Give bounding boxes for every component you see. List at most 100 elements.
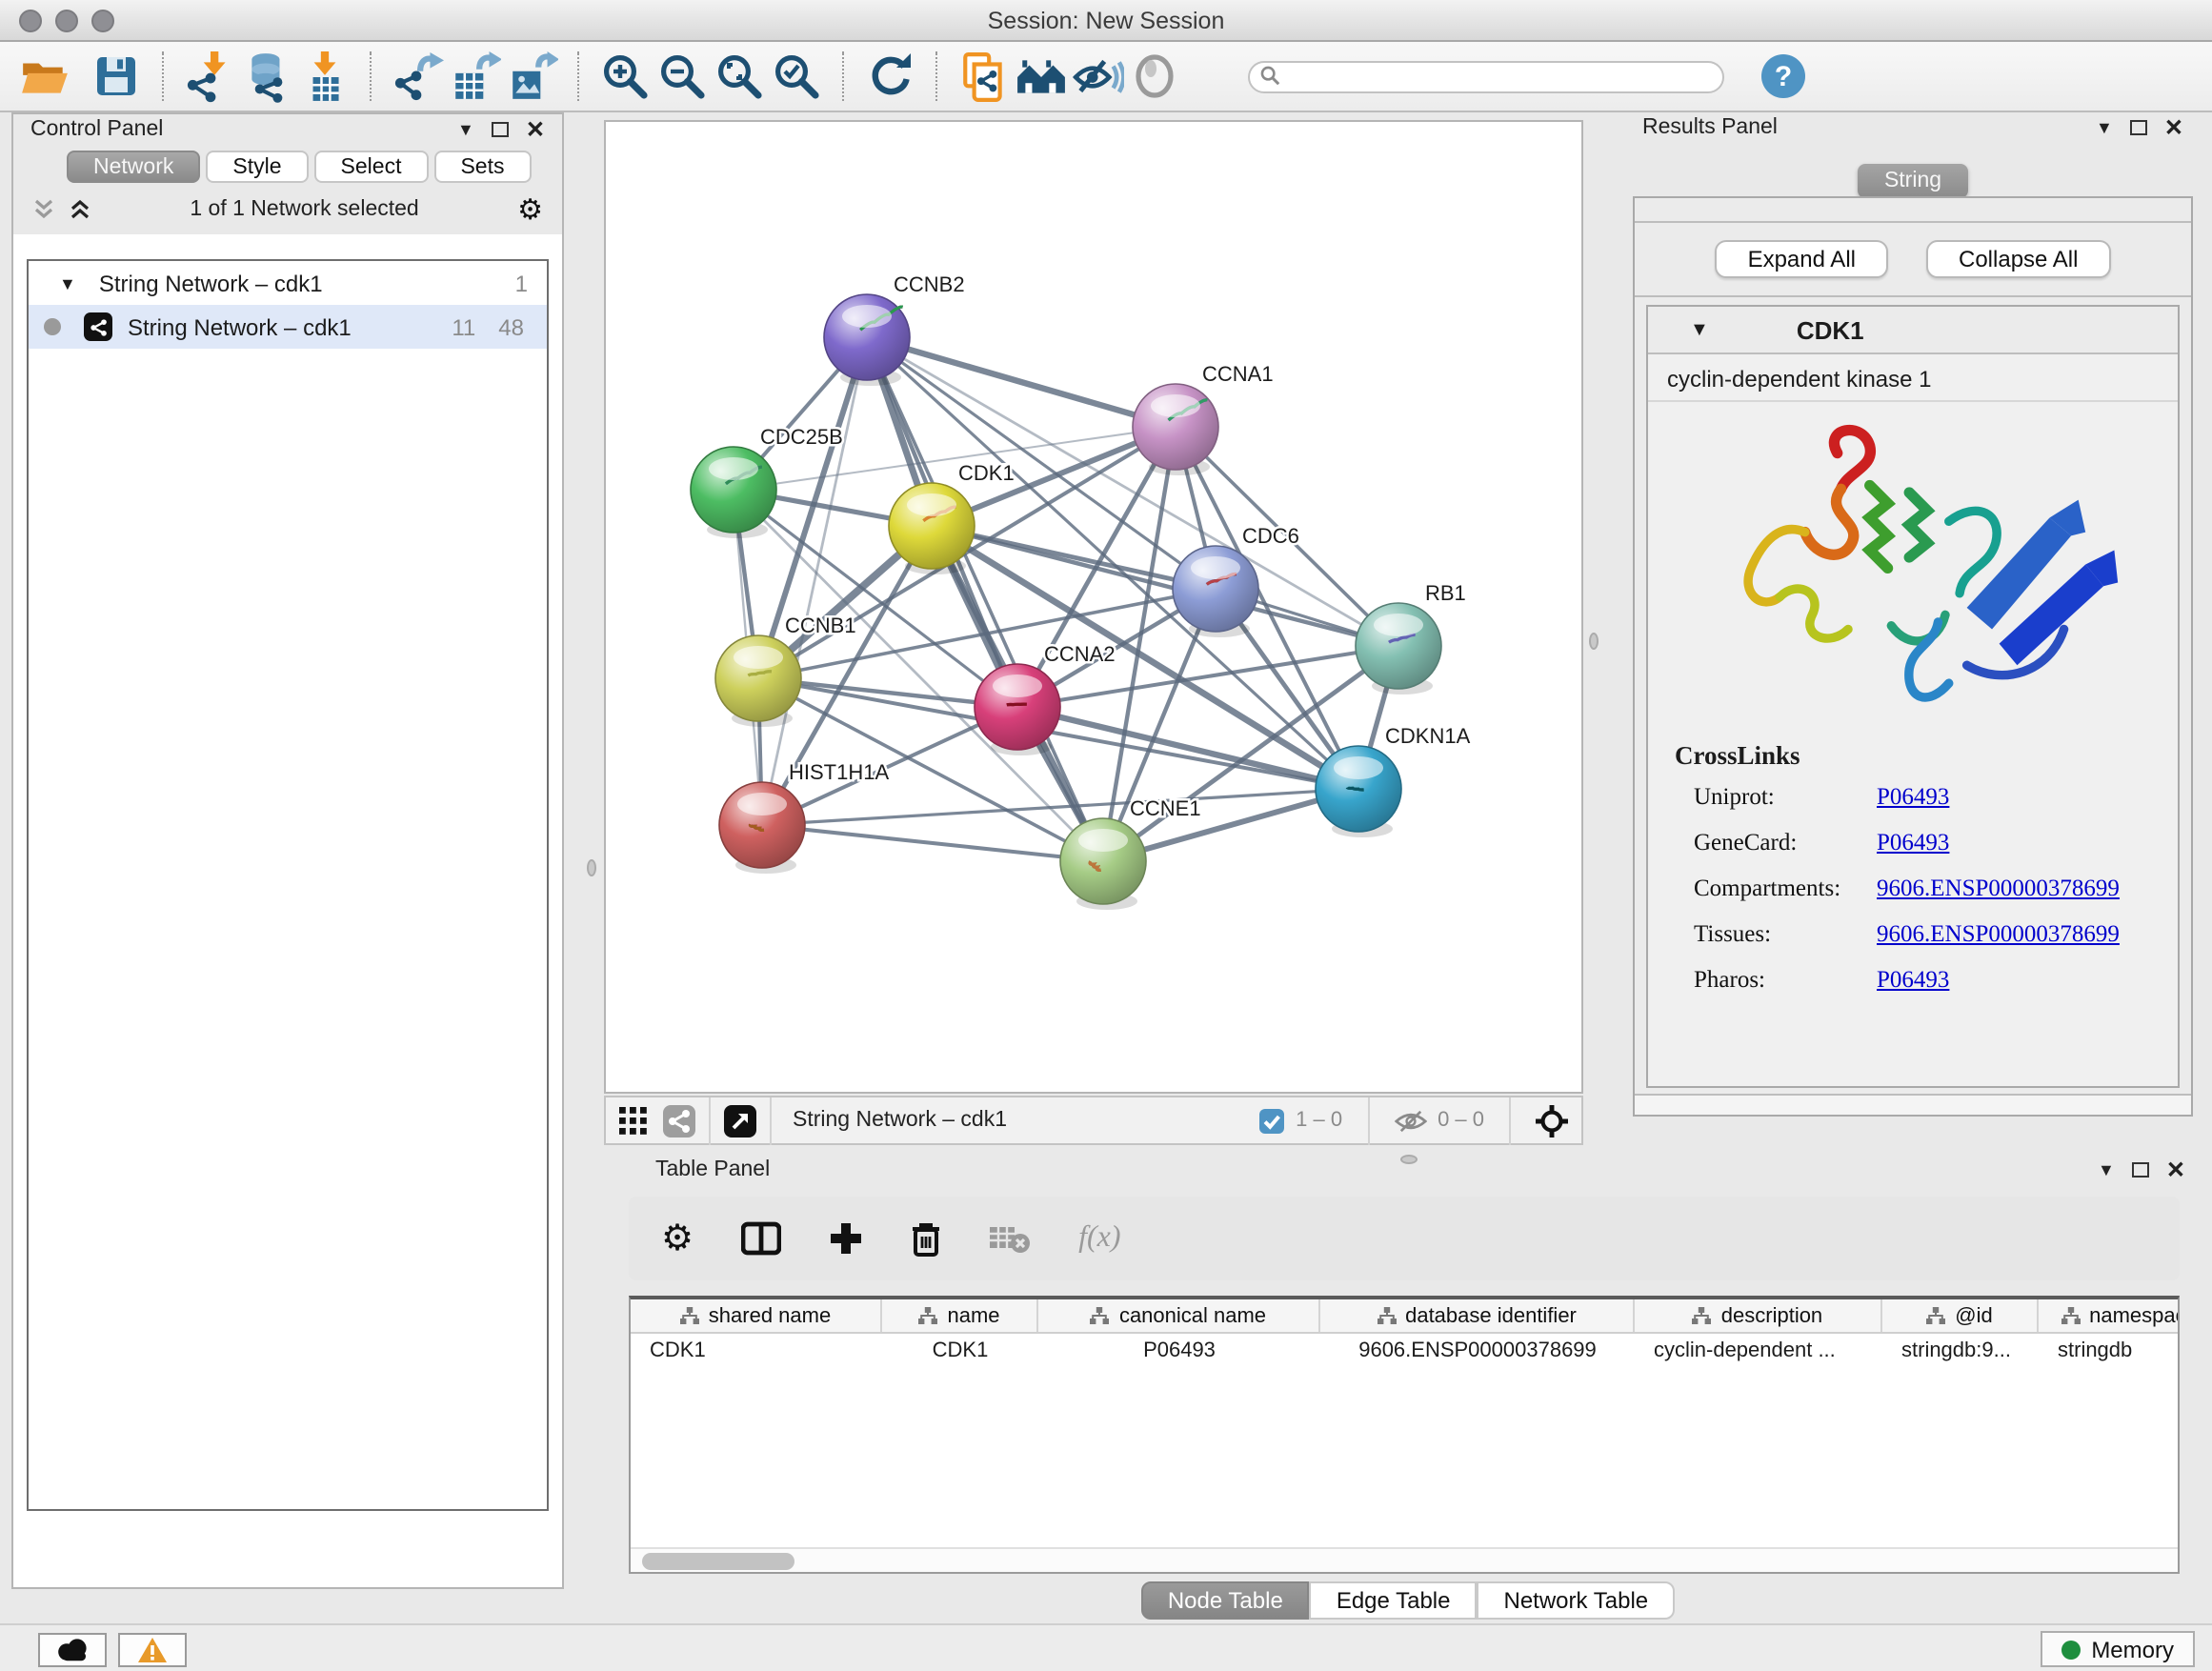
minimize-window-button[interactable] <box>55 10 78 32</box>
grid-view-icon[interactable] <box>619 1106 648 1135</box>
expand-all-icon[interactable] <box>69 198 91 221</box>
hide-graphics-details-button[interactable] <box>1069 48 1126 105</box>
expand-all-button[interactable]: Expand All <box>1716 240 1888 278</box>
network-collection-row[interactable]: ▼ String Network – cdk1 1 <box>29 261 547 305</box>
collapse-all-icon[interactable] <box>32 198 55 221</box>
edge-CDK1-RB1[interactable] <box>932 526 1398 646</box>
import-table-from-file-button[interactable] <box>295 48 352 105</box>
selected-checkbox-icon[interactable] <box>1259 1108 1284 1133</box>
refresh-button[interactable] <box>861 48 918 105</box>
tab-node-table[interactable]: Node Table <box>1141 1581 1310 1620</box>
edge-HIST1H1A-CCNE1[interactable] <box>762 825 1103 861</box>
import-network-from-file-button[interactable] <box>181 48 238 105</box>
node-CDC6[interactable]: CDC6 <box>1173 524 1299 637</box>
tab-string[interactable]: String <box>1858 164 1968 198</box>
tab-select[interactable]: Select <box>314 151 429 183</box>
node-RB1[interactable]: RB1 <box>1356 581 1466 695</box>
export-image-button[interactable] <box>503 48 560 105</box>
crosslink-link[interactable]: 9606.ENSP00000378699 <box>1877 875 2120 903</box>
column-header--id[interactable]: @id <box>1882 1299 2039 1332</box>
tab-network[interactable]: Network <box>67 151 200 183</box>
collapse-table-panel-icon[interactable]: ▼ <box>2098 1161 2115 1178</box>
table-options-gear-icon[interactable]: ⚙ <box>661 1220 694 1257</box>
tab-sets[interactable]: Sets <box>433 151 531 183</box>
node-HIST1H1A[interactable]: HIST1H1A <box>719 760 889 874</box>
add-column-icon[interactable] <box>829 1221 863 1256</box>
node-CDKN1A[interactable]: CDKN1A <box>1316 724 1471 837</box>
column-header-description[interactable]: description <box>1635 1299 1882 1332</box>
show-columns-icon[interactable] <box>741 1221 781 1256</box>
node-table[interactable]: shared namenamecanonical namedatabase id… <box>629 1296 2180 1574</box>
document-share-icon <box>957 50 1009 102</box>
open-in-new-window-icon[interactable] <box>724 1104 756 1137</box>
protein-section-header[interactable]: ▼ CDK1 <box>1648 307 2178 354</box>
tab-style[interactable]: Style <box>206 151 308 183</box>
node-CCNA1[interactable]: CCNA1 <box>1133 362 1274 475</box>
crosslink-link[interactable]: P06493 <box>1877 966 1949 995</box>
table-row[interactable]: CDK1CDK1P064939606.ENSP00000378699cyclin… <box>631 1334 2178 1368</box>
show-graphics-details-button[interactable] <box>1126 48 1183 105</box>
results-scroll-gutter[interactable] <box>1635 1094 2191 1115</box>
left-splitter-handle[interactable] <box>587 859 596 876</box>
birdseye-view-icon[interactable] <box>1536 1104 1568 1137</box>
warnings-button[interactable] <box>118 1633 187 1667</box>
zoom-window-button[interactable] <box>91 10 114 32</box>
scrollbar-thumb[interactable] <box>642 1553 794 1570</box>
close-results-panel-icon[interactable]: ✕ <box>2164 116 2183 139</box>
close-panel-icon[interactable]: ✕ <box>526 118 545 141</box>
control-panel-title: Control Panel <box>30 118 457 141</box>
network-canvas[interactable]: CCNB2CCNA1CDC25BCDK1CDC6RB1CCNB1CCNA2CDK… <box>604 120 1583 1094</box>
float-table-panel-icon[interactable] <box>2132 1162 2149 1178</box>
share-view-icon[interactable] <box>663 1104 695 1137</box>
zoom-fit-content-button[interactable] <box>711 48 768 105</box>
tab-edge-table[interactable]: Edge Table <box>1310 1581 1478 1620</box>
node-CDK1[interactable]: CDK1 <box>889 461 1015 574</box>
collapse-all-button[interactable]: Collapse All <box>1926 240 2110 278</box>
column-header-canonical-name[interactable]: canonical name <box>1038 1299 1320 1332</box>
float-panel-icon[interactable] <box>492 122 509 137</box>
float-results-panel-icon[interactable] <box>2130 120 2147 135</box>
search-input[interactable] <box>1248 62 1724 94</box>
node-CCNB1[interactable]: CCNB1 <box>715 614 856 727</box>
edge-CCNB2-CCNE1[interactable] <box>867 337 1103 861</box>
protein-collapse-icon[interactable]: ▼ <box>1690 319 1709 340</box>
node-CCNB2[interactable]: CCNB2 <box>824 272 965 386</box>
houses-icon <box>1015 50 1066 102</box>
memory-button[interactable]: Memory <box>2040 1631 2195 1667</box>
zoom-selected-button[interactable] <box>768 48 825 105</box>
tree-expand-icon[interactable]: ▼ <box>59 273 76 292</box>
column-header-database-identifier[interactable]: database identifier <box>1320 1299 1635 1332</box>
tab-network-table[interactable]: Network Table <box>1478 1581 1676 1620</box>
collapse-panel-icon[interactable]: ▼ <box>457 121 474 138</box>
network-from-public-databases-button[interactable] <box>955 48 1012 105</box>
network-row-selected[interactable]: String Network – cdk1 11 48 <box>29 305 547 349</box>
column-header-shared-name[interactable]: shared name <box>631 1299 882 1332</box>
network-options-gear-icon[interactable]: ⚙ <box>517 195 543 224</box>
main-area: Control Panel ▼ ✕ NetworkStyleSelectSets <box>0 112 2212 1623</box>
help-button[interactable]: ? <box>1755 48 1812 105</box>
crosslink-link[interactable]: P06493 <box>1877 783 1949 812</box>
close-window-button[interactable] <box>19 10 42 32</box>
export-network-button[interactable] <box>389 48 446 105</box>
zoom-out-button[interactable] <box>654 48 711 105</box>
collapse-results-panel-icon[interactable]: ▼ <box>2096 119 2113 136</box>
open-session-button[interactable] <box>15 48 72 105</box>
column-header-namespace[interactable]: namespace <box>2039 1299 2180 1332</box>
delete-column-icon[interactable] <box>911 1220 941 1257</box>
hidden-eye-slash-icon[interactable] <box>1394 1108 1426 1133</box>
crosslink-link[interactable]: P06493 <box>1877 829 1949 857</box>
import-network-from-database-button[interactable] <box>238 48 295 105</box>
cloud-status-button[interactable] <box>38 1633 107 1667</box>
close-table-panel-icon[interactable]: ✕ <box>2166 1158 2185 1181</box>
export-table-button[interactable] <box>446 48 503 105</box>
save-session-button[interactable] <box>88 48 145 105</box>
network-graph[interactable]: CCNB2CCNA1CDC25BCDK1CDC6RB1CCNB1CCNA2CDK… <box>606 122 1581 1092</box>
table-horizontal-scrollbar[interactable] <box>631 1547 2178 1572</box>
window-controls[interactable] <box>19 10 114 32</box>
home-button[interactable] <box>1012 48 1069 105</box>
edge-CCNB2-CCNA1[interactable] <box>867 337 1176 427</box>
crosslink-link[interactable]: 9606.ENSP00000378699 <box>1877 920 2120 949</box>
column-header-name[interactable]: name <box>882 1299 1038 1332</box>
right-splitter-handle[interactable] <box>1589 633 1599 650</box>
zoom-in-button[interactable] <box>596 48 654 105</box>
